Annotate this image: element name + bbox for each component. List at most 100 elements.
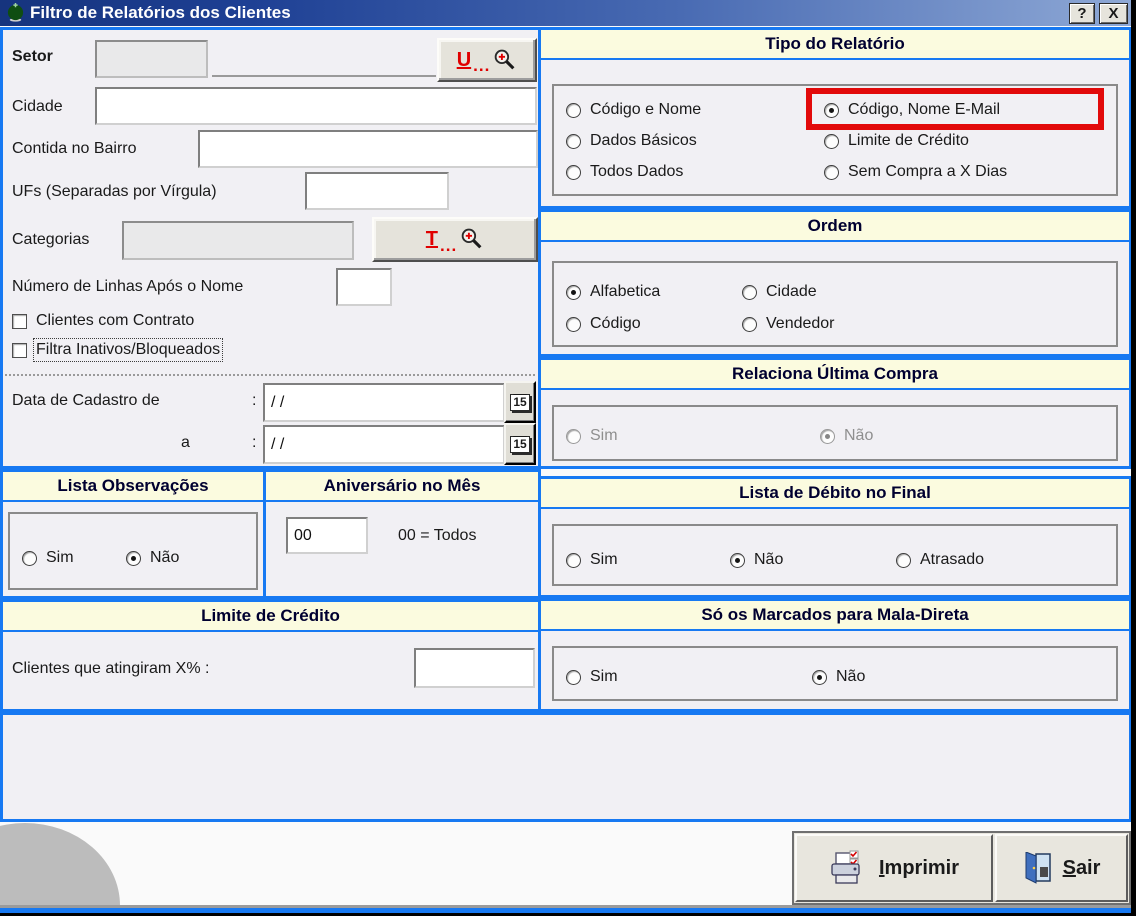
cidade-label: Cidade: [12, 98, 63, 115]
radio-icon: [742, 284, 757, 300]
radio-debito-sim[interactable]: Sim: [566, 550, 618, 570]
radio-icon-selected: [566, 284, 581, 300]
checkbox-icon: [12, 342, 27, 358]
data-cadastro-label: Data de Cadastro de: [12, 392, 160, 409]
panel-header: Tipo do Relatório: [541, 30, 1129, 60]
radio-icon: [742, 316, 757, 332]
lookup-dots: ...: [440, 236, 458, 255]
panel-header: Só os Marcados para Mala-Direta: [541, 601, 1129, 631]
radio-mala-nao[interactable]: Não: [812, 667, 865, 687]
num-linhas-input[interactable]: [336, 268, 392, 306]
ordem-groupbox: [552, 261, 1118, 347]
radio-relaciona-nao-disabled: Não: [820, 426, 873, 446]
close-button[interactable]: X: [1099, 3, 1128, 24]
exit-door-icon: [1025, 852, 1051, 884]
checkbox-clientes-contrato[interactable]: Clientes com Contrato: [12, 312, 194, 330]
radio-icon: [566, 133, 581, 149]
ufs-input[interactable]: [305, 172, 449, 210]
radio-mala-sim[interactable]: Sim: [566, 667, 618, 687]
radio-icon: [566, 428, 581, 444]
data-a-label: a: [181, 434, 190, 451]
radio-icon: [566, 164, 581, 180]
radio-dados-basicos[interactable]: Dados Básicos: [566, 131, 697, 151]
radio-debito-atrasado[interactable]: Atrasado: [896, 550, 984, 570]
dialog-filtro-relatorios: Filtro de Relatórios dos Clientes ? X Se…: [0, 0, 1136, 916]
lookup-letter: T: [425, 228, 439, 250]
radio-todos-dados[interactable]: Todos Dados: [566, 162, 683, 182]
categorias-field: [122, 221, 354, 260]
radio-alfabetica[interactable]: Alfabetica: [566, 282, 660, 302]
cidade-input[interactable]: [95, 87, 537, 125]
dotted-separator: [5, 374, 535, 376]
setor-label: Setor: [12, 48, 53, 65]
panel-header: Relaciona Última Compra: [541, 360, 1129, 390]
decorative-ellipse: [0, 823, 120, 916]
aniversario-hint: 00 = Todos: [398, 527, 477, 544]
radio-sem-compra-x-dias[interactable]: Sem Compra a X Dias: [824, 162, 1007, 182]
panel-header: Lista Observações: [3, 472, 263, 502]
date-from-input[interactable]: [263, 383, 505, 422]
radio-observacoes-sim[interactable]: Sim: [22, 548, 74, 568]
sair-label: Sair: [1062, 856, 1101, 879]
setor-underline: [212, 75, 436, 77]
panel-header: Lista de Débito no Final: [541, 479, 1129, 509]
radio-observacoes-nao[interactable]: Não: [126, 548, 179, 568]
aniversario-mes-input[interactable]: [286, 517, 368, 554]
sair-button[interactable]: Sair: [995, 834, 1128, 902]
radio-icon: [896, 552, 911, 568]
app-icon: [7, 3, 24, 22]
radio-icon: [566, 552, 581, 568]
radio-icon: [824, 133, 839, 149]
radio-codigo-e-nome[interactable]: Código e Nome: [566, 100, 701, 120]
checkbox-filtra-inativos[interactable]: Filtra Inativos/Bloqueados: [12, 338, 224, 362]
colon: :: [252, 392, 257, 409]
num-linhas-label: Número de Linhas Após o Nome: [12, 278, 244, 295]
radio-relaciona-sim-disabled: Sim: [566, 426, 618, 446]
categorias-lookup-button[interactable]: T ...: [372, 217, 538, 262]
panel-header: Limite de Crédito: [3, 602, 538, 632]
checkbox-icon: [12, 313, 27, 329]
lista-debito-groupbox: [552, 524, 1118, 586]
imprimir-label: Imprimir: [878, 856, 960, 879]
radio-vendedor[interactable]: Vendedor: [742, 314, 835, 334]
printer-icon: [831, 850, 860, 884]
categorias-label: Categorias: [12, 231, 90, 248]
radio-debito-nao[interactable]: Não: [730, 550, 783, 570]
radio-icon-selected: [126, 550, 141, 566]
date-to-input[interactable]: [263, 425, 505, 464]
radio-cidade[interactable]: Cidade: [742, 282, 817, 302]
calendar-icon: 15: [510, 393, 530, 411]
radio-codigo[interactable]: Código: [566, 314, 641, 334]
radio-icon-selected: [820, 428, 835, 444]
radio-icon-selected: [824, 102, 839, 118]
magnifier-icon: [461, 228, 482, 249]
lookup-dots: ...: [473, 56, 491, 75]
radio-icon: [566, 316, 581, 332]
magnifier-icon: [495, 49, 515, 69]
date-from-calendar-button[interactable]: 15: [504, 381, 536, 423]
radio-limite-de-credito[interactable]: Limite de Crédito: [824, 131, 969, 151]
window-title: Filtro de Relatórios dos Clientes: [30, 3, 291, 22]
bairro-input[interactable]: [198, 130, 538, 168]
ufs-label: UFs (Separadas por Vírgula): [12, 183, 217, 200]
checkbox-label-focused: Filtra Inativos/Bloqueados: [32, 338, 224, 362]
setor-lookup-button[interactable]: U ...: [437, 38, 537, 82]
imprimir-button[interactable]: Imprimir: [795, 834, 993, 902]
checkbox-label: Clientes com Contrato: [36, 312, 195, 329]
radio-icon: [566, 669, 581, 685]
radio-icon: [566, 102, 581, 118]
panel-header: Aniversário no Mês: [266, 472, 538, 502]
right-black-edge: [1131, 0, 1136, 916]
panel-header: Ordem: [541, 212, 1129, 242]
date-to-calendar-button[interactable]: 15: [504, 423, 536, 465]
calendar-icon: 15: [510, 435, 530, 453]
empty-bottom-panel: [0, 712, 1132, 822]
colon: :: [252, 434, 257, 451]
limite-credito-input[interactable]: [414, 648, 535, 688]
radio-icon-selected: [812, 669, 827, 685]
radio-codigo-nome-email[interactable]: Código, Nome E-Mail: [824, 100, 1000, 120]
help-button[interactable]: ?: [1069, 3, 1095, 24]
limite-credito-label: Clientes que atingiram X% :: [12, 660, 210, 677]
radio-icon: [22, 550, 37, 566]
bairro-label: Contida no Bairro: [12, 140, 137, 157]
